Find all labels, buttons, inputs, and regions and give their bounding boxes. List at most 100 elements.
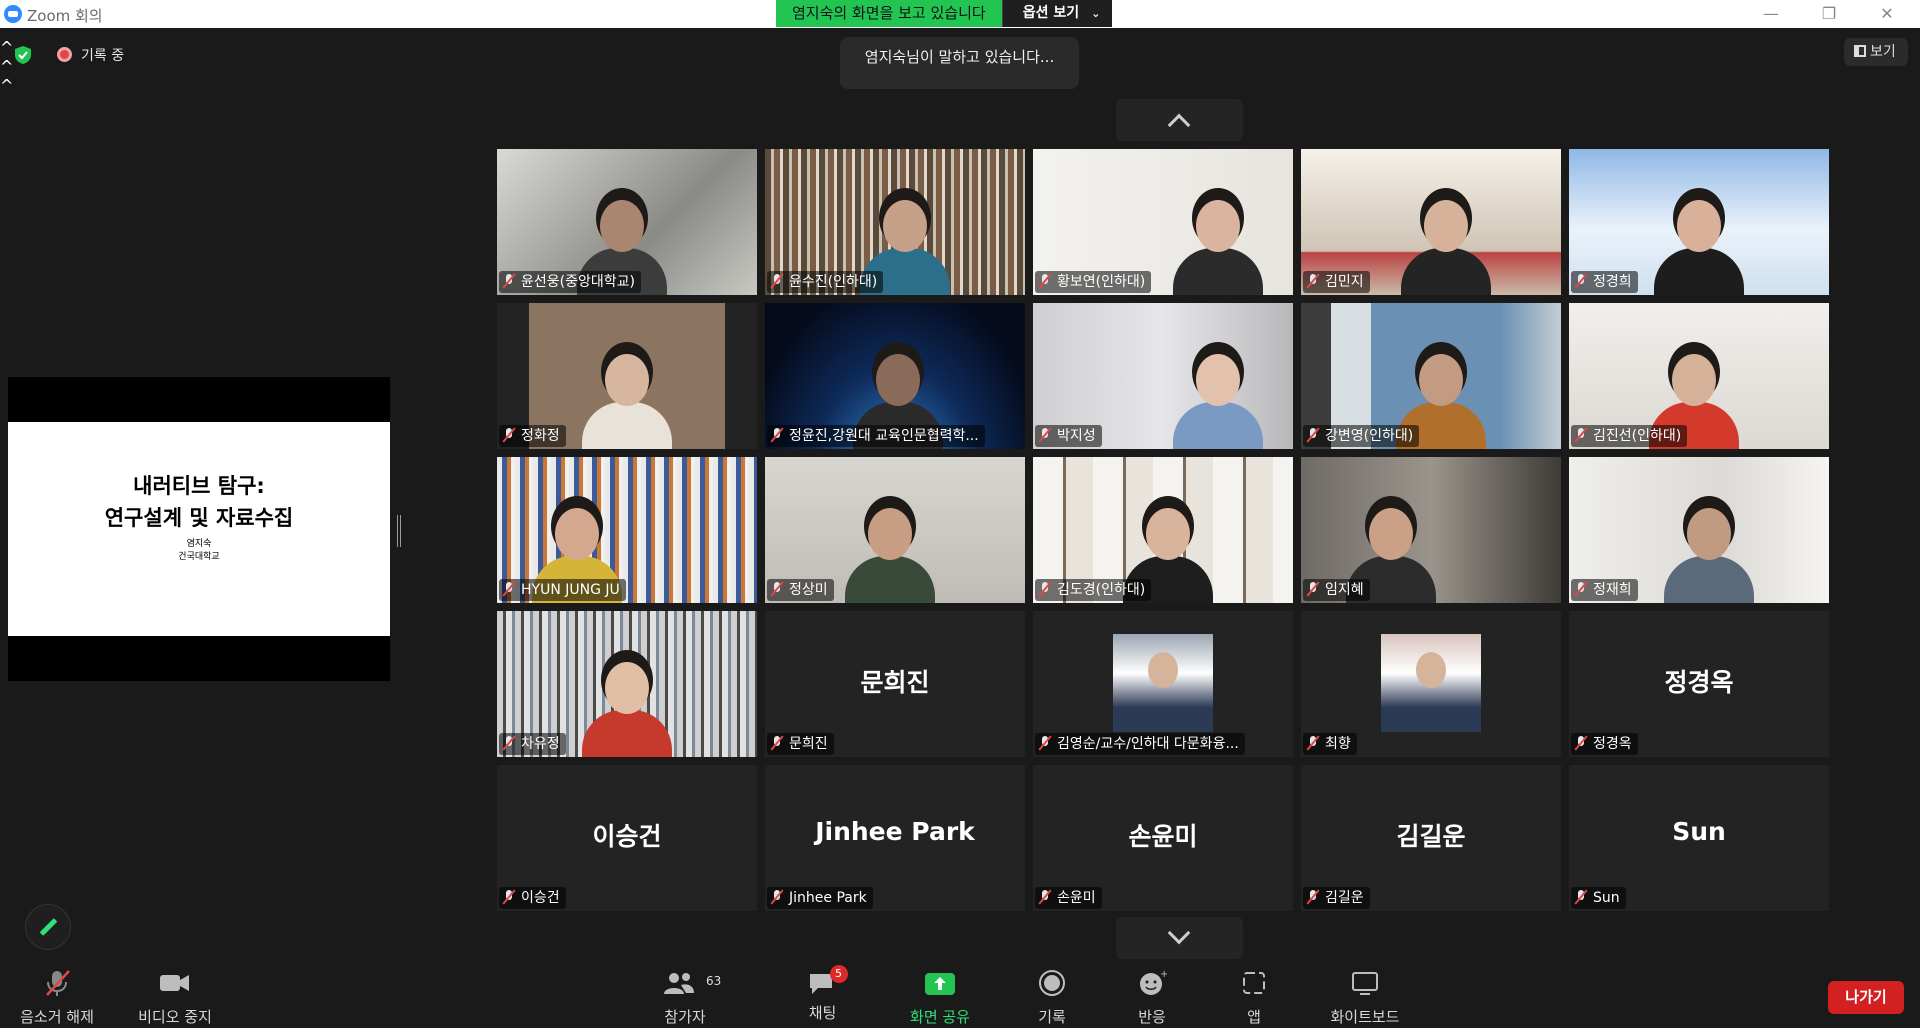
stop-video-button[interactable]: 비디오 중지 xyxy=(130,968,220,1027)
participant-figure xyxy=(1173,354,1263,449)
participant-tile[interactable]: HYUN JUNG JU xyxy=(497,457,757,603)
participant-name: 강변영(인하대) xyxy=(1325,428,1414,444)
share-screen-button[interactable]: 화면 공유 xyxy=(900,968,980,1027)
participant-tile[interactable]: 정경희 xyxy=(1569,149,1829,295)
apps-button[interactable]: 앱 xyxy=(1230,968,1278,1027)
participant-display-name: 손윤미 xyxy=(1128,822,1198,851)
panel-resize-handle[interactable] xyxy=(397,515,401,547)
previous-page-button[interactable] xyxy=(1116,99,1243,141)
participant-tile[interactable]: 윤수진(인하대) xyxy=(765,149,1025,295)
reactions-label: 반응 xyxy=(1138,1008,1166,1026)
chevron-down-icon xyxy=(1167,921,1191,945)
participant-name: 이승건 xyxy=(521,890,560,906)
profile-photo xyxy=(1381,634,1481,732)
recording-status: 기록 중 xyxy=(81,48,125,64)
slide-title-line1: 내러티브 탐구: xyxy=(133,474,265,498)
record-icon xyxy=(1039,970,1065,996)
restore-button[interactable]: ❐ xyxy=(1806,2,1852,26)
leave-meeting-button[interactable]: 나가기 xyxy=(1828,981,1904,1014)
record-button[interactable]: 기록 xyxy=(1020,968,1084,1027)
participant-figure xyxy=(1654,200,1744,295)
participant-tile[interactable]: 황보연(인하대) xyxy=(1033,149,1293,295)
mic-muted-icon xyxy=(1039,890,1051,904)
participant-name: 김도경(인하대) xyxy=(1057,582,1146,598)
participant-name: 정윤진,강원대 교육인문협력학... xyxy=(789,428,979,444)
participant-name: 정상미 xyxy=(789,582,828,598)
mic-muted-icon xyxy=(503,736,515,750)
participant-name-label: 차유정 xyxy=(499,733,566,755)
participant-figure xyxy=(1401,200,1491,295)
security-shield-icon[interactable] xyxy=(14,45,32,65)
slide-affiliation: 건국대학교 xyxy=(178,552,220,562)
mic-muted-icon xyxy=(1575,428,1587,442)
minimize-button[interactable]: — xyxy=(1748,2,1794,26)
participant-name: Sun xyxy=(1593,890,1620,906)
view-options-button[interactable]: 옵션 보기 ⌄ xyxy=(1001,0,1113,27)
participant-display-name: 문희진 xyxy=(860,668,930,697)
mic-muted-icon xyxy=(1039,582,1051,596)
participant-tile[interactable]: 문희진 문희진 xyxy=(765,611,1025,757)
participant-name: 윤선웅(중앙대학교) xyxy=(521,274,635,290)
next-page-button[interactable] xyxy=(1116,917,1243,959)
participant-tile[interactable]: 김영순/교수/인하대 다문화융... xyxy=(1033,611,1293,757)
participant-tile[interactable]: 윤선웅(중앙대학교) xyxy=(497,149,757,295)
participant-tile[interactable]: 손윤미 손윤미 xyxy=(1033,765,1293,911)
participant-tile[interactable]: 이승건 이승건 xyxy=(497,765,757,911)
mic-muted-icon xyxy=(1575,274,1587,288)
close-window-button[interactable]: ✕ xyxy=(1864,2,1910,26)
participant-tile[interactable]: Jinhee Park Jinhee Park xyxy=(765,765,1025,911)
participant-name-label: 윤선웅(중앙대학교) xyxy=(499,271,641,293)
participant-name-label: 박지성 xyxy=(1035,425,1102,447)
mic-muted-icon xyxy=(503,582,515,596)
slide-presenter: 염지숙 xyxy=(186,539,212,549)
unmute-button[interactable]: 음소거 해제 xyxy=(12,968,102,1027)
participant-name-label: 정윤진,강원대 교육인문협력학... xyxy=(767,425,985,447)
profile-photo xyxy=(1113,634,1213,732)
mic-muted-icon xyxy=(503,274,515,288)
participants-button[interactable]: 63 참가자 xyxy=(650,968,722,1027)
participant-tile[interactable]: 정화정 xyxy=(497,303,757,449)
reactions-button[interactable]: + 반응 xyxy=(1120,968,1184,1027)
participant-tile[interactable]: 김도경(인하대) xyxy=(1033,457,1293,603)
speaking-notification: 염지숙님이 말하고 있습니다... xyxy=(840,37,1079,89)
zoom-meeting-window: Zoom 회의 — ❐ ✕ 염지숙의 화면을 보고 있습니다 옵션 보기 ⌄ 기록… xyxy=(0,0,1920,1028)
annotate-pencil-icon[interactable] xyxy=(25,904,71,950)
participant-tile[interactable]: 임지혜 xyxy=(1301,457,1561,603)
view-button[interactable]: 보기 xyxy=(1844,38,1908,66)
participant-name: 차유정 xyxy=(521,736,560,752)
mic-muted-icon xyxy=(1307,428,1319,442)
participant-tile[interactable]: Sun Sun xyxy=(1569,765,1829,911)
participant-name-label: 윤수진(인하대) xyxy=(767,271,884,293)
mic-muted-icon xyxy=(771,274,783,288)
chat-unread-badge: 5 xyxy=(829,965,848,983)
mic-muted-icon xyxy=(1039,428,1051,442)
participant-tile[interactable]: 정상미 xyxy=(765,457,1025,603)
participant-tile[interactable]: 차유정 xyxy=(497,611,757,757)
participant-name: 문희진 xyxy=(789,736,828,752)
participant-tile[interactable]: 최향 xyxy=(1301,611,1561,757)
participant-tile[interactable]: 김진선(인하대) xyxy=(1569,303,1829,449)
participant-tile[interactable]: 정재희 xyxy=(1569,457,1829,603)
participant-tile[interactable]: 정경옥 정경옥 xyxy=(1569,611,1829,757)
participant-tile[interactable]: 김민지 xyxy=(1301,149,1561,295)
recording-icon xyxy=(57,47,72,62)
participant-tile[interactable]: 강변영(인하대) xyxy=(1301,303,1561,449)
participant-name: 김민지 xyxy=(1325,274,1364,290)
participant-tile[interactable]: 김길운 김길운 xyxy=(1301,765,1561,911)
participant-display-name: 이승건 xyxy=(592,822,662,851)
mic-muted-icon xyxy=(1575,582,1587,596)
participant-name: 김길운 xyxy=(1325,890,1364,906)
participant-name: HYUN JUNG JU xyxy=(521,582,620,598)
participant-name: 김영순/교수/인하대 다문화융... xyxy=(1057,736,1239,752)
mic-muted-icon xyxy=(503,428,515,442)
participant-name-label: 김민지 xyxy=(1303,271,1370,293)
participants-count: 63 xyxy=(706,974,722,988)
chat-button[interactable]: 5 채팅 xyxy=(795,965,850,1023)
participant-name-label: 김도경(인하대) xyxy=(1035,579,1152,601)
shared-screen-panel[interactable]: 내러티브 탐구: 연구설계 및 자료수집 염지숙 건국대학교 xyxy=(8,377,390,681)
whiteboard-icon xyxy=(1352,972,1378,995)
participant-tile[interactable]: 박지성 xyxy=(1033,303,1293,449)
participant-tile[interactable]: 정윤진,강원대 교육인문협력학... xyxy=(765,303,1025,449)
whiteboard-button[interactable]: 화이트보드 xyxy=(1320,968,1410,1027)
zoom-logo-icon xyxy=(4,5,22,23)
